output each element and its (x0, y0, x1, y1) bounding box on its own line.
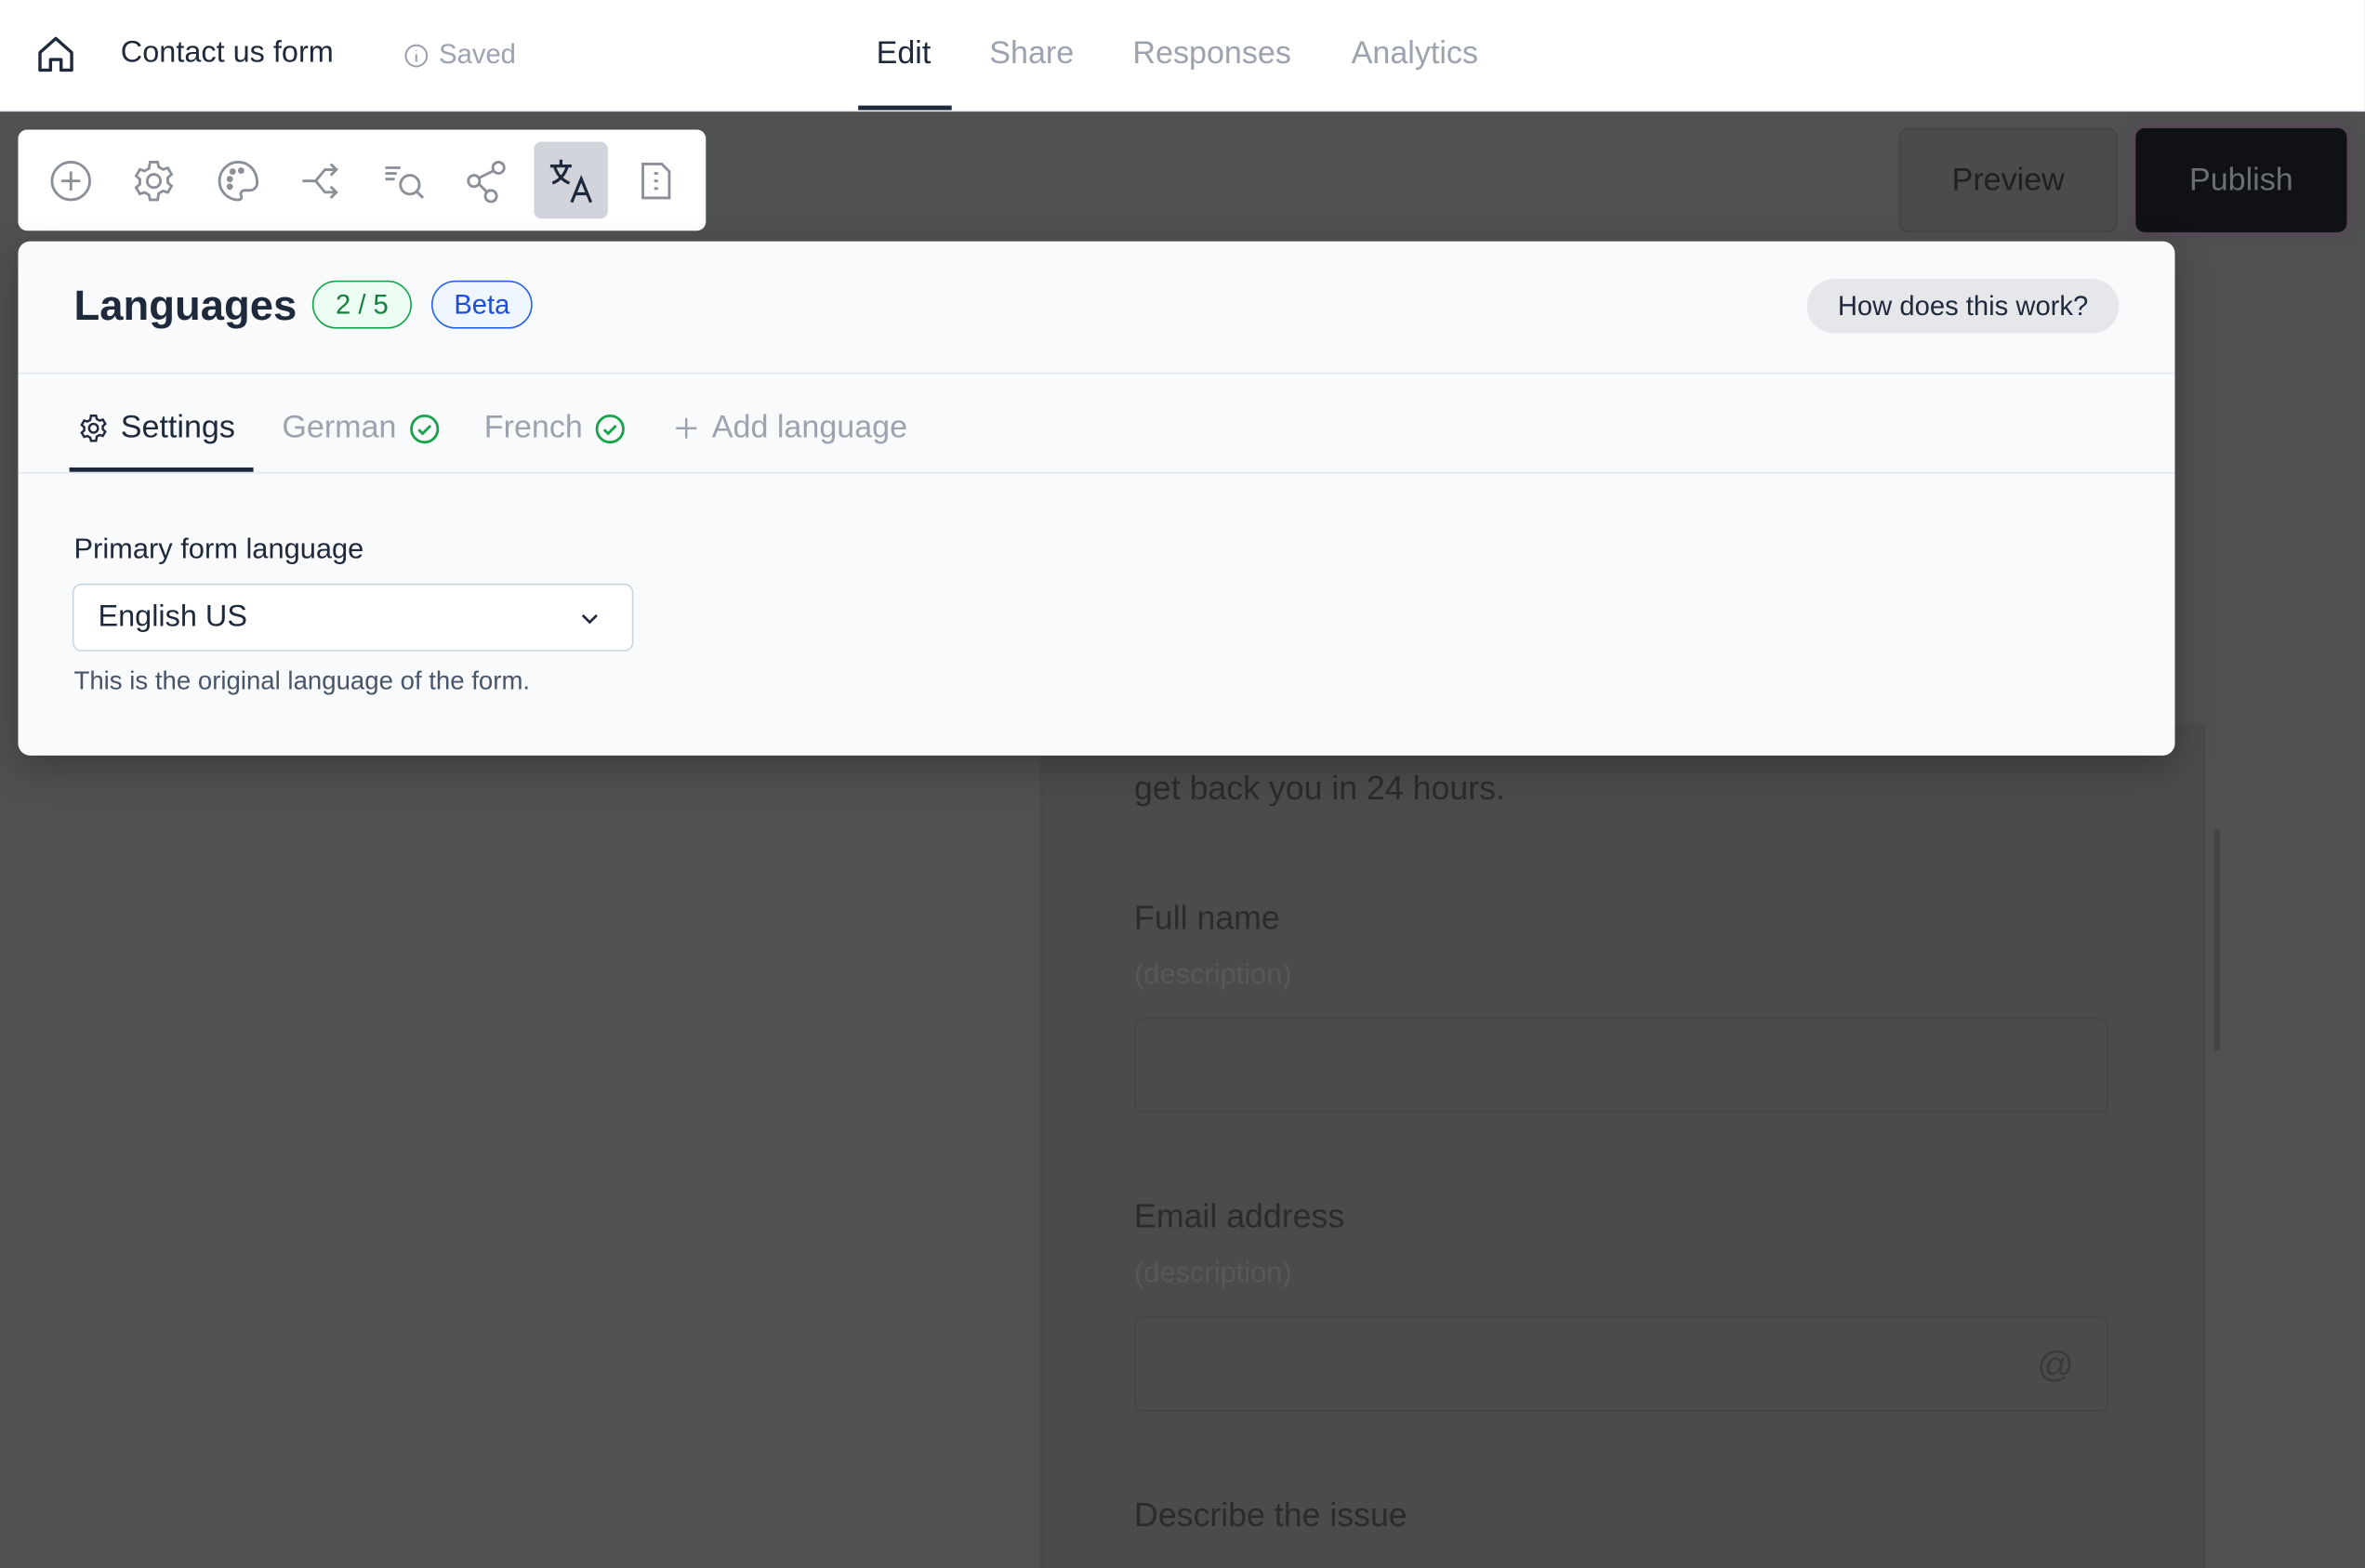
form-preview-card (1040, 723, 2205, 1568)
tab-label: Add language (711, 410, 908, 445)
field-description: (description) (1134, 1258, 1292, 1290)
primary-language-help: This is the original language of the for… (73, 666, 531, 695)
publish-button[interactable]: Publish (2135, 127, 2347, 232)
add-question-button[interactable] (33, 142, 107, 219)
field-label-issue: Describe the issue (1134, 1496, 1407, 1534)
primary-language-select[interactable]: English US (72, 583, 634, 652)
full-name-input[interactable] (1134, 1018, 2109, 1113)
field-description: (description) (1134, 958, 1292, 991)
editor-toolbar (18, 129, 707, 231)
tab-responses[interactable]: Responses (1132, 36, 1290, 72)
search-list-icon (384, 165, 424, 199)
form-intro: get back you in 24 hours. (1134, 769, 1505, 807)
check-circle-icon (409, 414, 440, 443)
field-label-email: Email address (1134, 1197, 1345, 1235)
gear-icon (80, 415, 107, 442)
tab-edit[interactable]: Edit (877, 36, 931, 72)
tab-analytics[interactable]: Analytics (1352, 36, 1478, 72)
plus-circle-icon (49, 160, 91, 201)
chevron-down-icon (581, 613, 598, 624)
selected-value: English US (98, 600, 247, 634)
tab-label: German (282, 410, 397, 445)
panel-title: Languages (73, 282, 297, 329)
logic-button[interactable] (284, 142, 357, 219)
document-button[interactable] (618, 142, 692, 219)
how-does-this-work-button[interactable]: How does this work? (1806, 279, 2120, 334)
settings-button[interactable] (116, 142, 190, 219)
at-icon: @ (2037, 1345, 2074, 1386)
scrollbar[interactable] (2213, 829, 2221, 1051)
top-bar: Contact us form Saved Edit Share Respons… (0, 0, 2365, 112)
languages-panel: Languages 2 / 5 Beta How does this work?… (18, 241, 2175, 756)
field-label-full-name: Full name (1134, 898, 1280, 937)
share-icon (466, 160, 505, 203)
save-status-text: Saved (439, 39, 516, 70)
translate-icon (549, 158, 592, 203)
primary-language-label: Primary form language (73, 534, 364, 566)
preview-button[interactable]: Preview (1898, 127, 2118, 232)
theme-button[interactable] (201, 142, 274, 219)
tab-share[interactable]: Share (989, 36, 1074, 72)
check-circle-icon (596, 414, 626, 443)
info-icon (404, 43, 429, 67)
search-button[interactable] (366, 142, 440, 219)
language-count-badge: 2 / 5 (311, 280, 412, 329)
tab-label: Settings (120, 410, 235, 445)
tab-german[interactable]: German (282, 410, 440, 446)
divider (18, 471, 2175, 474)
email-input[interactable]: @ (1134, 1316, 2109, 1412)
tab-label: French (483, 410, 583, 445)
branch-icon (301, 162, 337, 199)
document-icon (641, 162, 670, 199)
palette-icon (217, 160, 258, 201)
form-title[interactable]: Contact us form (121, 36, 334, 71)
share-button[interactable] (449, 142, 522, 219)
tab-french[interactable]: French (484, 410, 627, 446)
tab-settings[interactable]: Settings (78, 410, 235, 446)
plus-icon (676, 417, 697, 439)
languages-button[interactable] (534, 141, 608, 219)
save-status: Saved (404, 39, 516, 71)
divider (18, 372, 2175, 375)
add-language-button[interactable]: Add language (673, 410, 907, 446)
home-icon[interactable] (34, 33, 76, 84)
active-tab-indicator (858, 105, 952, 111)
beta-badge: Beta (431, 280, 533, 329)
gear-icon (133, 160, 173, 201)
